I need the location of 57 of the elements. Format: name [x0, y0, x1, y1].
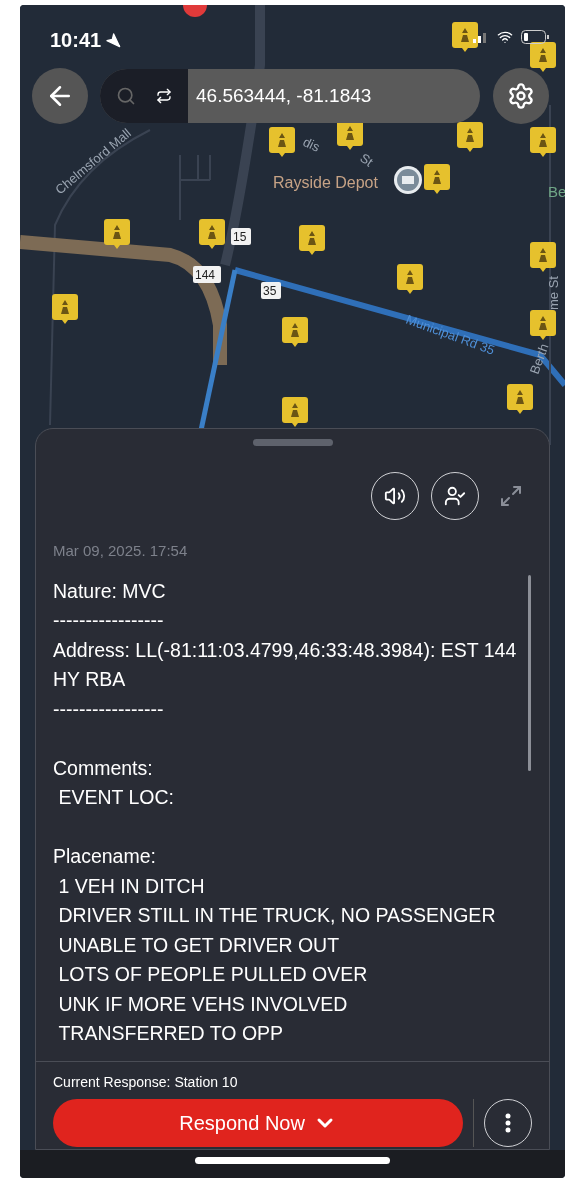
map-pin-icon	[530, 42, 556, 72]
museum-marker-icon	[394, 166, 422, 194]
incident-text-line: Nature: MVC	[53, 578, 167, 604]
street-label: St	[357, 150, 376, 170]
incident-text-line: Address: LL(-81:11:03.4799,46:33:48.3984): EST 144 HY RBA	[53, 637, 518, 692]
incident-text-line: 1 VEH IN DITCH	[57, 873, 206, 899]
map-pin-icon	[424, 164, 450, 194]
incident-text-line: EVENT LOC:	[57, 785, 175, 810]
drag-handle[interactable]	[252, 439, 333, 446]
incident-text-line: UNK IF MORE VEHS INVOLVED	[57, 991, 349, 1017]
location-arrow-icon	[105, 32, 122, 48]
route-shield: 15	[231, 228, 251, 245]
user-check-icon	[444, 485, 466, 507]
battery-icon	[521, 30, 549, 44]
expand-arrows-icon	[499, 484, 523, 508]
map-pin-icon	[282, 397, 308, 427]
map-pin-icon	[452, 22, 478, 52]
incident-text-line: DRIVER STILL IN THE TRUCK, NO PASSENGER	[57, 903, 497, 928]
search-field[interactable]: 46.563444, -81.1843	[100, 69, 480, 123]
street-label: dis	[300, 134, 323, 155]
map-pin-icon	[507, 384, 533, 414]
map-marker-icon	[183, 5, 207, 17]
map-pin-icon	[199, 219, 225, 249]
settings-icon	[507, 82, 535, 110]
incident-date: Mar 09, 2025. 17:54	[52, 541, 189, 561]
incident-text-line: -----------------	[53, 696, 165, 722]
street-label: Berth	[526, 341, 552, 377]
respond-now-button[interactable]: Respond Now	[53, 1099, 464, 1147]
wifi-icon	[497, 29, 513, 45]
map-pin-icon	[457, 122, 483, 152]
place-label: Be	[548, 183, 565, 200]
status-time: 10:41	[50, 28, 102, 53]
coordinates-input[interactable]: 46.563444, -81.1843	[188, 69, 480, 123]
incident-text-line: LOTS OF PEOPLE PULLED OVER	[57, 962, 369, 987]
route-shield: 35	[261, 282, 281, 299]
street-label: me St	[546, 276, 561, 310]
search-icon	[116, 86, 136, 106]
map-pin-icon	[269, 127, 295, 157]
map-pin-icon	[397, 264, 423, 294]
more-vertical-icon	[505, 1113, 512, 1133]
map-pin-icon	[104, 219, 130, 249]
route-shield: 144	[193, 266, 221, 283]
incident-text-line: Placename:	[53, 844, 157, 869]
place-label: Rayside Depot	[273, 174, 378, 191]
map-pin-icon	[530, 310, 556, 340]
incident-text-line: UNABLE TO GET DRIVER OUT	[57, 932, 341, 958]
signal-icon	[473, 31, 489, 43]
incident-text-line: Comments:	[53, 755, 154, 781]
map-pin-icon	[299, 225, 325, 255]
swap-arrows-icon	[156, 88, 172, 104]
speaker-icon	[384, 485, 406, 507]
map-pin-icon	[52, 294, 78, 324]
incident-text-line: TRANSFERRED TO OPP	[57, 1021, 285, 1046]
map-pin-icon	[282, 317, 308, 347]
incident-text-line: -----------------	[53, 608, 165, 633]
map-pin-icon	[530, 242, 556, 272]
map-pin-icon	[530, 127, 556, 157]
